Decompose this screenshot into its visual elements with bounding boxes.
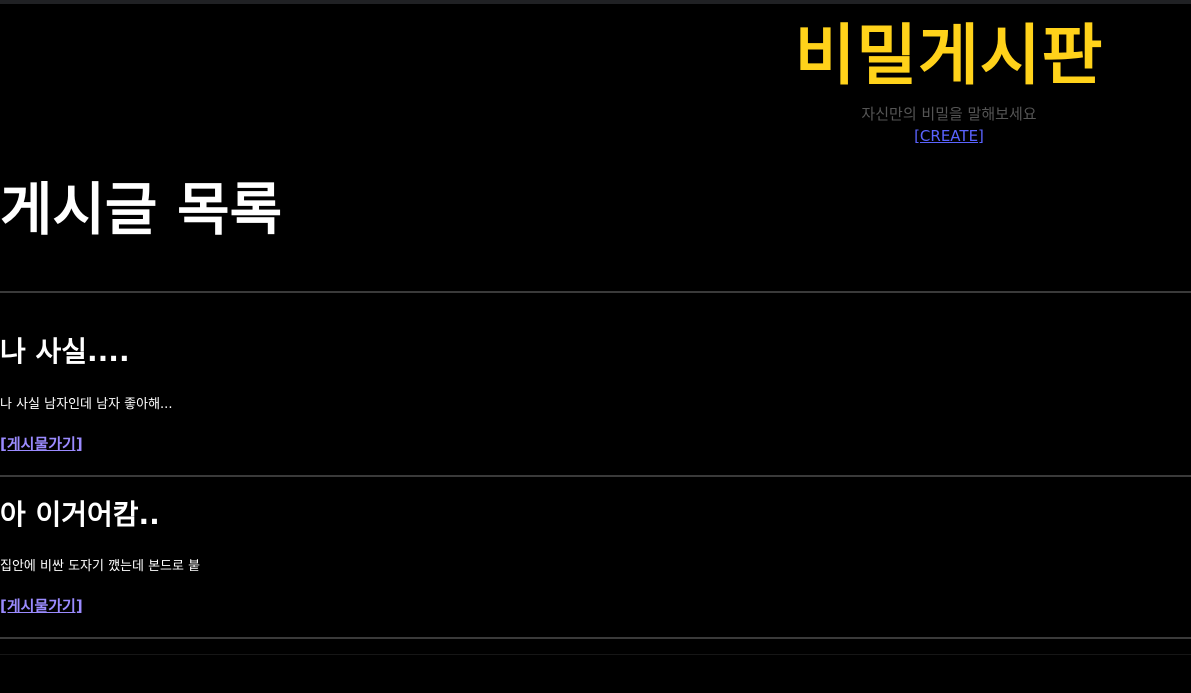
post-body: 나 사실 남자인데 남자 좋아해... [0, 397, 173, 412]
site-subtitle: 자신만의 비밀을 말해보세요 [861, 105, 1037, 123]
post-item: 나 사실.... 나 사실 남자인데 남자 좋아해... [게시물가기] [0, 334, 1191, 464]
post-link[interactable]: [게시물가기] [0, 596, 83, 616]
post-title: 나 사실.... [0, 335, 130, 368]
post-body: 집안에 비싼 도자기 깼는데 본드로 붙 [0, 559, 201, 574]
divider [0, 637, 1191, 639]
divider [0, 291, 1191, 293]
site-title: 비밀게시판 [794, 17, 1104, 94]
divider [0, 475, 1191, 477]
site-header: 비밀게시판 자신만의 비밀을 말해보세요 [CREATE] [754, 14, 1144, 145]
post-title: 아 이거어캄.. [0, 498, 160, 531]
create-link[interactable]: [CREATE] [914, 127, 984, 145]
divider [0, 654, 1191, 655]
post-link[interactable]: [게시물가기] [0, 434, 83, 454]
browser-top-bar [0, 0, 1191, 4]
post-item: 아 이거어캄.. 집안에 비싼 도자기 깼는데 본드로 붙 [게시물가기] [0, 497, 1191, 627]
page-heading: 게시글 목록 [0, 177, 283, 243]
